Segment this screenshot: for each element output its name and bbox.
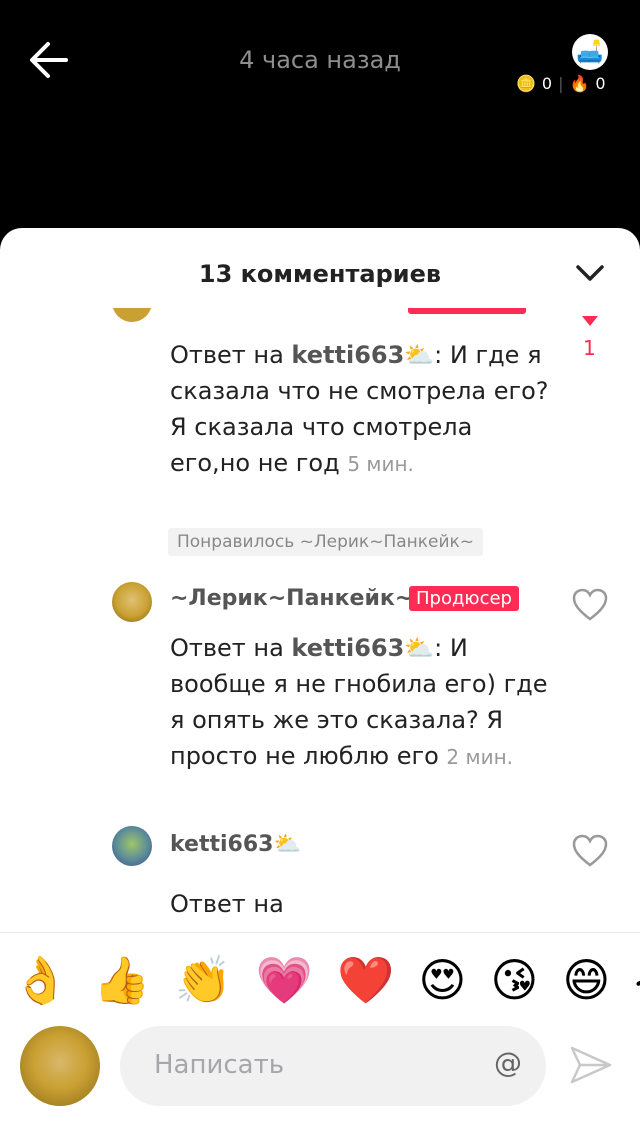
video-area: 4 часа назад 🛋️ 🪙 0 | 🔥 0 [0,0,640,240]
comments-sheet: 13 комментариев 1 Ответ на ketti663⛅: И … [0,228,640,1136]
heart-filled-icon[interactable] [582,316,598,326]
producer-badge [408,308,526,314]
fire-icon: 🔥 [569,74,590,93]
coin-icon: 🪙 [516,74,536,93]
producer-badge: Продюсер [409,586,519,611]
chevron-down-icon[interactable] [574,262,606,284]
clapping-emoji-icon[interactable]: 👏 [175,957,232,1003]
comments-title: 13 комментариев [198,260,442,288]
red-heart-emoji-icon[interactable]: ❤️ [337,957,394,1003]
my-avatar[interactable] [20,1026,100,1106]
growing-heart-emoji-icon[interactable]: 💗 [256,957,313,1003]
grin-emoji-icon[interactable]: 😄 [562,957,610,1003]
coins-count: 0 [541,74,553,93]
comment-placeholder: Написать [154,1050,285,1080]
post-stats: 🪙 0 | 🔥 0 [516,74,606,93]
comment-avatar[interactable] [112,582,152,622]
comment-avatar[interactable] [112,308,152,322]
post-time: 4 часа назад [239,46,401,74]
author-avatar[interactable]: 🛋️ [572,34,608,70]
heart-icon[interactable] [572,834,608,868]
like-count: 1 [583,336,596,360]
comment-author[interactable]: ~Лерик~Панкейк~ [170,586,413,611]
kiss-emoji-icon[interactable]: 😘 [490,957,538,1003]
send-icon[interactable] [568,1042,614,1088]
comment-avatar[interactable] [112,826,152,866]
heart-icon[interactable] [572,588,608,622]
comment-list[interactable]: 1 Ответ на ketti663⛅: И где я сказала чт… [0,308,640,933]
emoji-bar: 👌 👍 👏 💗 ❤️ 😍 😘 😄 😂 [0,932,640,1026]
comment-text: Ответ на ketti663⛅: И вообще я не гнобил… [170,634,548,770]
laugh-tears-emoji-icon[interactable]: 😂 [634,957,640,1003]
comment-input[interactable]: Написать @ [120,1026,546,1106]
sofa-icon: 🛋️ [576,39,604,65]
stats-divider: | [558,74,564,93]
comment-time: 2 мин. [446,745,514,769]
mention-at-icon[interactable]: @ [494,1046,522,1079]
liked-by-label: Понравилось ~Лерик~Панкейк~ [168,528,484,556]
comment-time: 5 мин. [347,452,414,476]
thumbs-up-emoji-icon[interactable]: 👍 [93,957,150,1003]
composer: Написать @ [0,1026,640,1136]
comment-author[interactable]: ketti663⛅ [170,832,301,857]
heart-eyes-emoji-icon[interactable]: 😍 [418,957,466,1003]
comment-text: Ответ на [170,890,284,918]
ok-hand-emoji-icon[interactable]: 👌 [12,957,69,1003]
comment-text: Ответ на ketti663⛅: И где я сказала что … [170,341,549,477]
fire-count: 0 [595,74,606,93]
